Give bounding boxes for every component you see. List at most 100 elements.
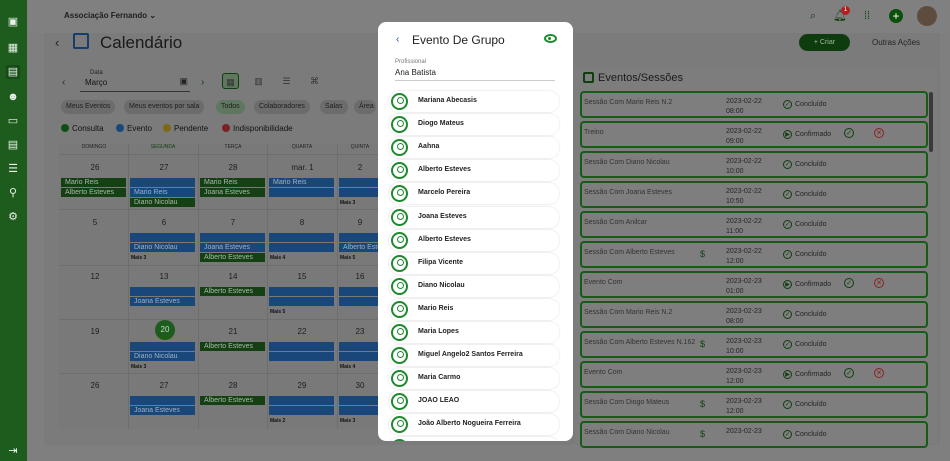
apps-grid-icon[interactable]: ⁞⁞ <box>860 9 874 23</box>
day-number[interactable]: 29 <box>287 381 317 390</box>
back-icon[interactable]: ‹ <box>396 34 399 45</box>
day-number[interactable]: 22 <box>287 327 317 336</box>
session-card[interactable]: Sessão Com Anilcar 2023-02-22 11:00 ✓ Conclu… <box>580 211 928 238</box>
calendar-event[interactable]: Mario Reis <box>200 178 265 187</box>
sessions-scrollbar[interactable] <box>929 92 933 152</box>
calendar-event[interactable] <box>339 188 379 197</box>
day-number[interactable]: 26 <box>80 163 110 172</box>
calendar-nav-icon[interactable]: ▤ <box>6 65 20 79</box>
day-number[interactable]: 27 <box>149 163 179 172</box>
calendar-event[interactable]: Joana Esteves <box>130 406 195 415</box>
calendar-picker-icon[interactable]: ▣ <box>179 76 188 87</box>
calendar-event[interactable] <box>130 233 195 242</box>
day-number[interactable]: 27 <box>149 381 179 390</box>
calendar-event[interactable] <box>269 233 334 242</box>
calendar-event[interactable] <box>130 178 195 187</box>
session-card[interactable]: Sessão Com Joana Esteves 2023-02-22 10:50 ✓… <box>580 181 928 208</box>
member-row[interactable]: Maria Lopes <box>389 322 559 343</box>
member-row[interactable]: JOAO LEAO <box>389 391 559 412</box>
session-card[interactable]: Sessão Com Diogo Mateus 2023-02-23 12:00 ✓ C… <box>580 391 928 418</box>
tree-view-button[interactable]: ⌘ <box>306 73 323 89</box>
calendar-event[interactable]: Mario Reis <box>269 178 334 187</box>
calendar-event[interactable] <box>200 233 265 242</box>
calendar-event[interactable] <box>269 352 334 361</box>
payment-icon[interactable]: $ <box>700 399 705 409</box>
calendar-event[interactable] <box>130 287 195 296</box>
member-row[interactable]: João Alberto Nogueira Ferreira <box>389 414 559 435</box>
chip-meus-eventos[interactable]: Meus Eventos <box>61 100 116 114</box>
cancel-icon[interactable]: ✕ <box>874 128 884 138</box>
session-card[interactable]: Evento Com 2023-02-23 12:00 ▶ Confirmado ✓ ✕ <box>580 361 928 388</box>
next-month-icon[interactable]: › <box>201 77 204 88</box>
more-actions-button[interactable]: Outras Ações <box>872 38 920 47</box>
chip-meus-eventos-por-sala[interactable]: Meus eventos por sala <box>124 100 205 114</box>
eye-icon[interactable] <box>544 34 557 43</box>
calendar-event[interactable] <box>269 243 334 252</box>
calendar-event[interactable]: Alberto Esteves <box>339 243 379 252</box>
session-card[interactable]: Sessão Com Alberto Esteves 2023-02-22 12:0… <box>580 241 928 268</box>
calendar-event[interactable] <box>269 396 334 405</box>
member-row[interactable]: Diano Nicolau <box>389 276 559 297</box>
chip-todos[interactable]: Todos <box>216 100 245 114</box>
day-number[interactable]: 14 <box>218 272 248 281</box>
member-row[interactable]: Alberto Esteves <box>389 160 559 181</box>
day-number[interactable]: 2 <box>345 163 375 172</box>
calendar-event[interactable]: Alberto Esteves <box>200 287 265 296</box>
member-row[interactable]: Mario Reis <box>389 299 559 320</box>
dashboard-icon[interactable]: ▦ <box>6 41 20 55</box>
list-icon[interactable]: ☰ <box>6 162 20 176</box>
calendar-event[interactable] <box>269 287 334 296</box>
member-row[interactable]: Mariana Abecasis <box>389 91 559 112</box>
session-card[interactable]: Evento Com 2023-02-23 01:00 ▶ Confirmado ✓ ✕ <box>580 271 928 298</box>
more-events-link[interactable]: Mais 3 <box>340 200 355 206</box>
back-icon[interactable]: ‹ <box>55 35 59 50</box>
calendar-event[interactable]: Mario Reis <box>130 188 195 197</box>
week-view-button[interactable]: ▥ <box>250 73 267 89</box>
session-card[interactable]: Sessão Com Diano Nicolau 2023-02-22 10:00 ✓… <box>580 151 928 178</box>
more-events-link[interactable]: Mais 5 <box>270 309 285 315</box>
calendar-event[interactable]: Mario Reis <box>61 178 126 187</box>
member-row[interactable]: Aahna <box>389 137 559 158</box>
day-number[interactable]: 28 <box>218 163 248 172</box>
day-number[interactable]: 23 <box>345 327 375 336</box>
chip-salas[interactable]: Salas <box>320 100 348 114</box>
member-row[interactable]: Miguel Angelo2 Santos Ferreira <box>389 345 559 366</box>
confirm-icon[interactable]: ✓ <box>844 368 854 378</box>
day-number[interactable]: 7 <box>218 218 248 227</box>
calendar-event[interactable] <box>269 342 334 351</box>
day-number[interactable]: mar. 1 <box>280 163 325 172</box>
logout-icon[interactable]: ⇥ <box>6 444 20 458</box>
payment-icon[interactable]: $ <box>700 429 705 439</box>
day-number[interactable]: 9 <box>345 218 375 227</box>
settings-icon[interactable]: ⚙ <box>6 210 20 224</box>
confirm-icon[interactable]: ✓ <box>844 128 854 138</box>
billing-icon[interactable]: ▤ <box>6 138 20 152</box>
more-events-link[interactable]: Mais 3 <box>340 418 355 424</box>
session-card[interactable]: Sessão Com Alberto Esteves N.162 2023-02-… <box>580 331 928 358</box>
create-button[interactable]: + Criar <box>799 34 850 51</box>
day-number[interactable]: 15 <box>287 272 317 281</box>
calendar-event[interactable]: Joana Esteves <box>200 188 265 197</box>
more-events-link[interactable]: Mais 4 <box>270 255 285 261</box>
day-number[interactable]: 21 <box>218 327 248 336</box>
calendar-event[interactable] <box>130 396 195 405</box>
member-row[interactable]: Alberto Esteves <box>389 230 559 251</box>
session-card[interactable]: Sessão Com Mario Reis N.2 2023-02-23 08:00… <box>580 301 928 328</box>
calendar-event[interactable]: Diano Nicolau <box>130 243 195 252</box>
search-icon[interactable]: ⌕ <box>806 9 820 23</box>
session-card[interactable]: Treino 2023-02-22 09:00 ▶ Confirmado ✓ ✕ <box>580 121 928 148</box>
calendar-event[interactable] <box>339 297 379 306</box>
chip-colaboradores[interactable]: Colaboradores <box>254 100 310 114</box>
day-number[interactable]: 6 <box>149 218 179 227</box>
session-card[interactable]: Sessão Com Mario Reis N.2 2023-02-22 08:00… <box>580 91 928 118</box>
calendar-event[interactable] <box>269 297 334 306</box>
users-icon[interactable]: ☻ <box>6 90 20 104</box>
date-field[interactable]: Data Março ▣ <box>80 70 190 92</box>
payment-icon[interactable]: $ <box>700 339 705 349</box>
calendar-event[interactable] <box>339 342 379 351</box>
more-events-link[interactable]: Mais 2 <box>270 418 285 424</box>
calendar-event[interactable]: Alberto Esteves <box>61 188 126 197</box>
chip-area[interactable]: Área <box>354 100 376 114</box>
more-events-link[interactable]: Mais 4 <box>340 364 355 370</box>
calendar-event[interactable] <box>339 352 379 361</box>
